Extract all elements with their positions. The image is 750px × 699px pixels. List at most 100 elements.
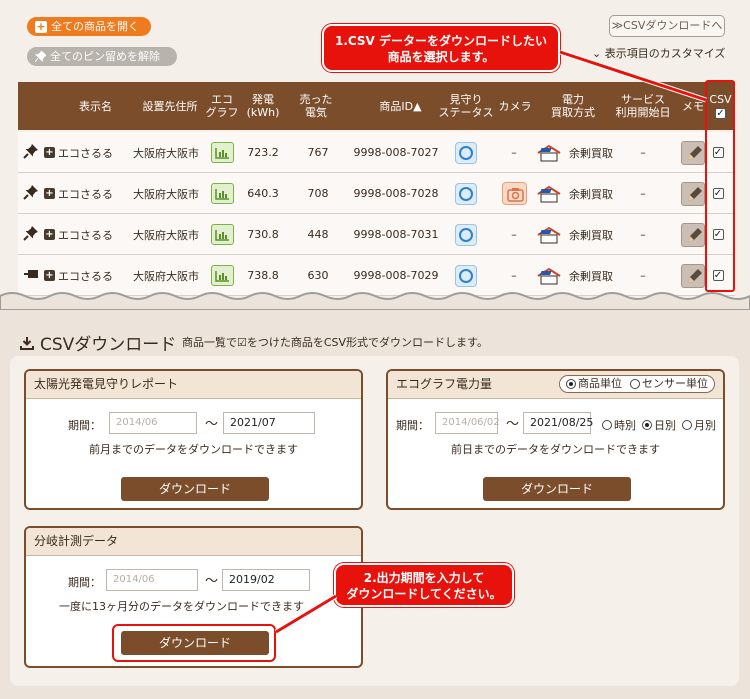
product-name-cell[interactable]: + エコさるる [44, 214, 116, 255]
csv-section-description: 商品一覧で☑をつけた商品をCSV形式でダウンロードします。 [182, 336, 488, 349]
sold-cell: 767 [307, 146, 329, 159]
col-location[interactable]: 設置先住所 [130, 82, 210, 130]
chevron-down-icon: ⌄ [592, 47, 602, 60]
service-start-cell: – [640, 187, 646, 200]
status-ok-icon[interactable] [455, 182, 477, 205]
table-row: + エコさるる 大阪府大阪市 723.2 767 9998-008-7027– 余剰買取 – ✓ [18, 132, 735, 173]
solar-report-panel: 太陽光発電見守りレポート 期間： 2014/06 ～ 2021/07 前月までの… [24, 369, 363, 510]
col-memo: メモ [682, 99, 704, 113]
solar-note: 前月までのデータをダウンロードできます [89, 443, 298, 456]
pin-toggle[interactable] [20, 173, 42, 214]
watch-status-cell [448, 132, 484, 173]
period-label: 期間： [68, 576, 101, 589]
expand-icon: + [44, 229, 55, 240]
pin-icon [35, 51, 46, 62]
branch-note: 一度に13ヶ月分のデータをダウンロードできます [59, 600, 304, 613]
location-cell: 大阪府大阪市 [133, 228, 199, 242]
unit-radio-group: 商品単位 センサー単位 [559, 375, 715, 393]
generation-cell: 723.2 [247, 146, 279, 159]
sold-cell: 708 [307, 187, 329, 200]
col-product-id[interactable]: 商品ID▲ [353, 82, 448, 130]
download-highlight [112, 624, 276, 662]
generation-cell: 640.3 [247, 187, 279, 200]
eco-to-input[interactable]: 2021/08/25 [523, 412, 593, 434]
col-watch-status[interactable]: 見守り ステータス [436, 82, 496, 130]
branch-to-input[interactable]: 2019/02 [222, 569, 310, 591]
solar-download-button[interactable]: ダウンロード [121, 477, 269, 501]
solar-house-icon [537, 267, 561, 284]
download-icon [20, 336, 34, 350]
location-cell: 大阪府大阪市 [133, 187, 199, 201]
table-header: 表示名 設置先住所 エコ グラフ 発電 (kWh) 売った 電気 商品ID▲ 見守りス… [18, 82, 735, 130]
monthly-radio[interactable]: 月別 [682, 417, 716, 433]
location-cell: 大阪府大阪市 [133, 146, 199, 160]
hourly-radio[interactable]: 時別 [602, 417, 636, 433]
expand-icon: + [44, 270, 55, 281]
bar-chart-icon[interactable] [210, 265, 234, 286]
period-label: 期間： [396, 419, 429, 432]
customize-columns-link[interactable]: ⌄ 表示項目のカスタマイズ [592, 45, 725, 61]
pin-toggle[interactable] [20, 132, 42, 173]
expand-icon: + [44, 188, 55, 199]
pin-icon [23, 225, 39, 244]
memo-cell [678, 214, 708, 255]
bar-chart-icon[interactable] [210, 224, 234, 245]
granularity-radio-group: 時別 日別 月別 [602, 417, 716, 433]
status-ok-icon[interactable] [455, 264, 477, 287]
bar-chart-icon[interactable] [210, 142, 234, 163]
ecograph-title: エコグラフ電力量 [396, 377, 493, 391]
ecograph-panel: エコグラフ電力量 商品単位 センサー単位 期間： 2014/06/02 ～ 20… [386, 369, 725, 510]
branch-from-input[interactable]: 2014/06 [106, 569, 198, 591]
unit-sensor-radio[interactable]: センサー単位 [630, 371, 708, 397]
status-ok-icon[interactable] [455, 141, 477, 164]
camera-icon[interactable] [501, 182, 527, 205]
pencil-icon[interactable] [681, 263, 705, 288]
unpin-all-label: 全てのピン留めを解除 [50, 50, 160, 63]
product-name-cell[interactable]: + エコさるる [44, 132, 116, 173]
col-sold[interactable]: 売った 電気 [294, 82, 338, 130]
product-id-cell: 9998-008-7027 [353, 146, 439, 159]
watch-status-cell [448, 173, 484, 214]
solar-from-input[interactable]: 2014/06 [109, 412, 197, 434]
solar-house-icon [537, 226, 561, 243]
camera-value: – [511, 269, 517, 282]
csv-column-highlight [705, 80, 735, 292]
bar-chart-icon[interactable] [210, 183, 234, 204]
open-all-products-button[interactable]: + 全ての商品を開く [27, 17, 151, 36]
eco-download-button[interactable]: ダウンロード [483, 477, 631, 501]
eco-note: 前日までのデータをダウンロードできます [451, 443, 660, 456]
col-camera: カメラ [498, 99, 532, 113]
csv-download-jump-button[interactable]: ≫CSVダウンロードへ [609, 15, 725, 37]
power-icon-cell [534, 132, 564, 173]
pencil-icon[interactable] [681, 181, 705, 206]
table-row: + エコさるる 大阪府大阪市 730.8 448 9998-008-7031– 余剰買取 – ✓ [18, 214, 735, 255]
pin-icon [23, 184, 39, 203]
pencil-icon[interactable] [681, 222, 705, 247]
pencil-icon[interactable] [681, 140, 705, 165]
solar-house-icon [537, 144, 561, 161]
solar-to-input[interactable]: 2021/07 [223, 412, 315, 434]
table-row: + エコさるる 大阪府大阪市 640.3 708 9998-008-7028 余剰買取 – ✓ [18, 173, 735, 214]
camera-cell: – [496, 214, 532, 255]
col-name[interactable]: 表示名 [63, 82, 128, 130]
eco-from-input[interactable]: 2014/06/02 [435, 412, 500, 434]
pin-toggle[interactable] [20, 214, 42, 255]
expand-icon: + [44, 147, 55, 158]
solar-house-icon [537, 185, 561, 202]
memo-cell [678, 173, 708, 214]
col-generation[interactable]: 発電 (kWh) [242, 82, 284, 130]
product-name-cell[interactable]: + エコさるる [44, 173, 116, 214]
ecograph-cell [202, 173, 242, 214]
wave-divider [0, 292, 750, 310]
period-separator: ～ [205, 574, 219, 589]
open-all-label: 全ての商品を開く [51, 20, 139, 33]
unpin-all-button[interactable]: 全てのピン留めを解除 [27, 47, 177, 66]
daily-radio[interactable]: 日別 [642, 417, 676, 433]
service-start-cell: – [640, 146, 646, 159]
col-power-purchase[interactable]: 電力 買取方式 [538, 82, 608, 130]
status-ok-icon[interactable] [455, 223, 477, 246]
power-purchase-cell: 余剰買取 [569, 146, 613, 160]
camera-cell: – [496, 132, 532, 173]
unit-product-radio[interactable]: 商品単位 [566, 371, 622, 397]
col-service-start[interactable]: サービス 利用開始日 [612, 82, 674, 130]
